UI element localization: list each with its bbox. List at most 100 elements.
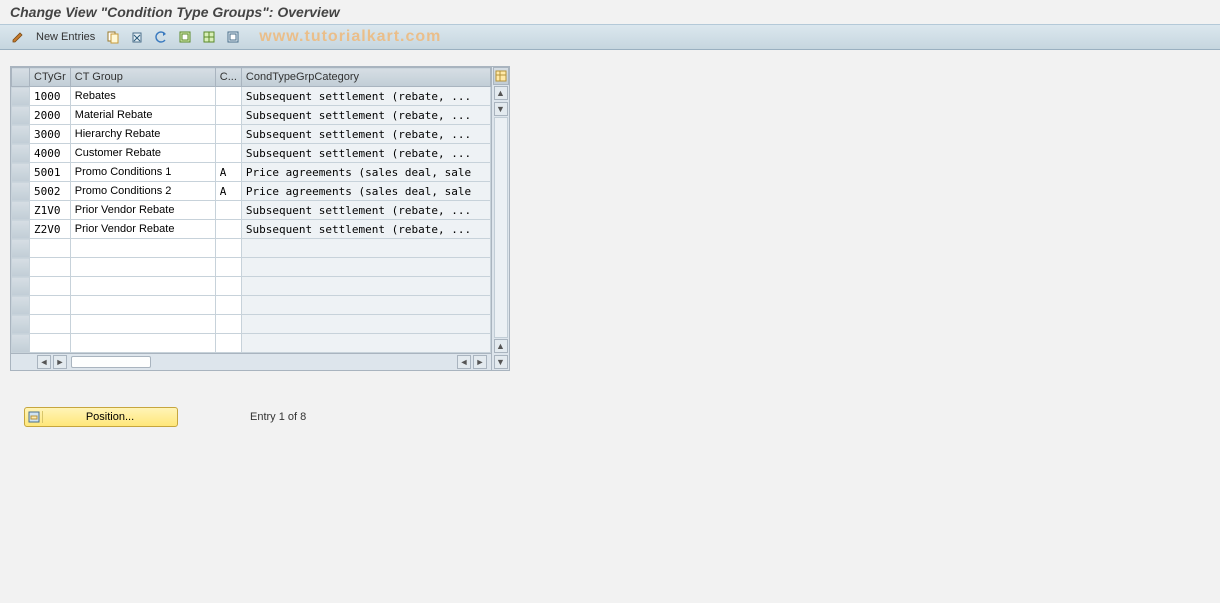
cell-c[interactable]: A [215, 163, 241, 182]
hscroll-left-icon[interactable]: ◄ [37, 355, 51, 369]
cell-c[interactable]: A [215, 182, 241, 201]
row-selector[interactable] [12, 220, 30, 239]
select-block-icon[interactable] [199, 27, 219, 47]
cell-c[interactable] [215, 201, 241, 220]
cell-c[interactable] [215, 125, 241, 144]
cell-category[interactable]: Subsequent settlement (rebate, ... [241, 201, 490, 220]
cell-ctgroup[interactable] [70, 315, 215, 334]
cell-ctygr[interactable]: 5002 [30, 182, 71, 201]
change-mode-icon[interactable] [8, 27, 28, 47]
cell-c[interactable] [215, 87, 241, 106]
row-selector[interactable] [12, 106, 30, 125]
col-header-c[interactable]: C... [215, 68, 241, 87]
row-selector[interactable] [12, 334, 30, 353]
cell-ctygr[interactable]: 5001 [30, 163, 71, 182]
row-selector[interactable] [12, 277, 30, 296]
copy-icon[interactable] [103, 27, 123, 47]
cell-ctgroup[interactable]: Promo Conditions 2 [70, 182, 215, 201]
cell-category[interactable] [241, 277, 490, 296]
row-selector[interactable] [12, 182, 30, 201]
cell-category[interactable] [241, 334, 490, 353]
cell-ctgroup[interactable]: Customer Rebate [70, 144, 215, 163]
col-header-category[interactable]: CondTypeGrpCategory [241, 68, 490, 87]
vscroll-track[interactable] [494, 117, 508, 338]
hscroll-thumb[interactable] [71, 356, 151, 368]
cell-c[interactable] [215, 144, 241, 163]
cell-category[interactable]: Price agreements (sales deal, sale [241, 163, 490, 182]
cell-ctygr[interactable] [30, 239, 71, 258]
hscroll-right-icon[interactable]: ► [53, 355, 67, 369]
hscroll-left2-icon[interactable]: ◄ [457, 355, 471, 369]
cell-ctygr[interactable] [30, 258, 71, 277]
cell-category[interactable]: Subsequent settlement (rebate, ... [241, 106, 490, 125]
row-selector[interactable] [12, 239, 30, 258]
cell-ctygr[interactable] [30, 334, 71, 353]
cell-ctygr[interactable] [30, 296, 71, 315]
vscroll-up2-icon[interactable]: ▲ [494, 339, 508, 353]
delete-icon[interactable] [127, 27, 147, 47]
table-row: Z1V0Prior Vendor Rebate Subsequent settle… [12, 201, 491, 220]
cell-ctgroup[interactable] [70, 239, 215, 258]
cell-ctygr[interactable] [30, 277, 71, 296]
col-header-ctygr[interactable]: CTyGr [30, 68, 71, 87]
select-all-icon[interactable] [175, 27, 195, 47]
undo-icon[interactable] [151, 27, 171, 47]
row-selector[interactable] [12, 296, 30, 315]
cell-ctygr[interactable]: 3000 [30, 125, 71, 144]
row-selector[interactable] [12, 125, 30, 144]
vscroll-up-icon[interactable]: ▲ [494, 86, 508, 100]
cell-c[interactable] [215, 220, 241, 239]
cell-c[interactable] [215, 258, 241, 277]
cell-category[interactable]: Price agreements (sales deal, sale [241, 182, 490, 201]
horizontal-scrollbar: ◄ ► ◄ ► [11, 353, 491, 370]
hscroll-right2-icon[interactable]: ► [473, 355, 487, 369]
cell-c[interactable] [215, 106, 241, 125]
row-selector[interactable] [12, 144, 30, 163]
corner-selector[interactable] [12, 68, 30, 87]
row-selector[interactable] [12, 87, 30, 106]
cell-c[interactable] [215, 315, 241, 334]
row-selector[interactable] [12, 258, 30, 277]
cell-ctygr[interactable]: Z1V0 [30, 201, 71, 220]
cell-ctgroup[interactable] [70, 334, 215, 353]
cell-ctgroup[interactable]: Prior Vendor Rebate [70, 201, 215, 220]
cell-ctgroup[interactable] [70, 296, 215, 315]
position-button[interactable]: Position... [24, 407, 178, 427]
table-row [12, 277, 491, 296]
cell-ctgroup[interactable] [70, 277, 215, 296]
row-selector[interactable] [12, 201, 30, 220]
cell-c[interactable] [215, 239, 241, 258]
cell-ctygr[interactable]: Z2V0 [30, 220, 71, 239]
cell-category[interactable]: Subsequent settlement (rebate, ... [241, 87, 490, 106]
row-selector[interactable] [12, 163, 30, 182]
cell-ctygr[interactable]: 4000 [30, 144, 71, 163]
cell-category[interactable] [241, 258, 490, 277]
deselect-all-icon[interactable] [223, 27, 243, 47]
table-settings-icon[interactable] [493, 67, 509, 85]
cell-ctgroup[interactable]: Material Rebate [70, 106, 215, 125]
vscroll-down2-icon[interactable]: ▼ [494, 355, 508, 369]
cell-ctgroup[interactable]: Promo Conditions 1 [70, 163, 215, 182]
cell-ctgroup[interactable]: Prior Vendor Rebate [70, 220, 215, 239]
cell-ctygr[interactable]: 1000 [30, 87, 71, 106]
cell-ctgroup[interactable]: Hierarchy Rebate [70, 125, 215, 144]
new-entries-button[interactable]: New Entries [32, 31, 99, 43]
cell-category[interactable]: Subsequent settlement (rebate, ... [241, 220, 490, 239]
cell-ctygr[interactable] [30, 315, 71, 334]
cell-category[interactable] [241, 296, 490, 315]
cell-ctygr[interactable]: 2000 [30, 106, 71, 125]
cell-ctgroup[interactable]: Rebates [70, 87, 215, 106]
table-row: 5002Promo Conditions 2APrice agreements … [12, 182, 491, 201]
cell-category[interactable] [241, 315, 490, 334]
vscroll-down-icon[interactable]: ▼ [494, 102, 508, 116]
cell-ctgroup[interactable] [70, 258, 215, 277]
cell-c[interactable] [215, 296, 241, 315]
cell-category[interactable] [241, 239, 490, 258]
cell-c[interactable] [215, 277, 241, 296]
cell-c[interactable] [215, 334, 241, 353]
cell-category[interactable]: Subsequent settlement (rebate, ... [241, 144, 490, 163]
row-selector[interactable] [12, 315, 30, 334]
table-row [12, 258, 491, 277]
cell-category[interactable]: Subsequent settlement (rebate, ... [241, 125, 490, 144]
col-header-ctgroup[interactable]: CT Group [70, 68, 215, 87]
